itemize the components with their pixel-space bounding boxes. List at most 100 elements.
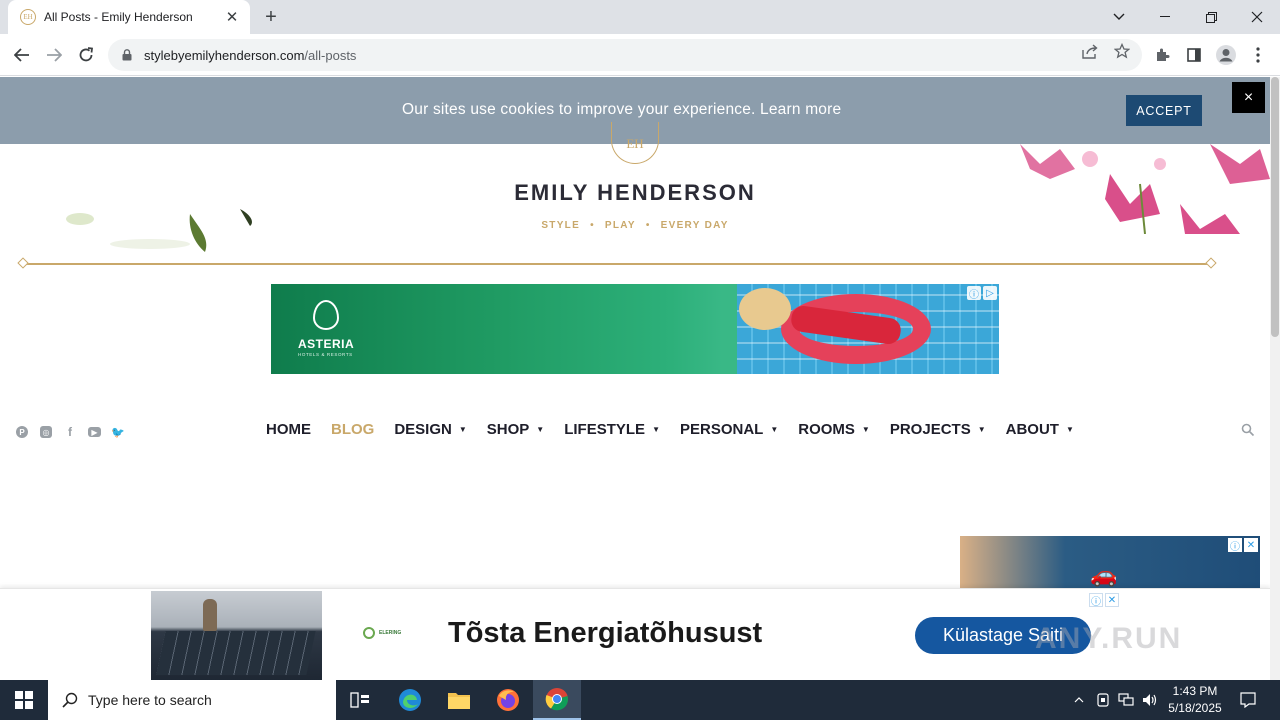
edge-app-button[interactable] [386,680,434,720]
sticky-bottom-ad: ELERING Tõsta Energiatõhusust Külastage … [0,588,1270,680]
volume-tray-icon[interactable] [1141,680,1159,720]
nav-item-blog[interactable]: BLOG [331,421,374,438]
facebook-icon[interactable]: f [64,425,76,439]
minimize-button[interactable] [1142,0,1188,34]
pinterest-icon[interactable]: P [16,426,28,438]
address-bar[interactable]: stylebyemilyhenderson.com/all-posts [108,39,1142,71]
firefox-app-button[interactable] [484,680,532,720]
extensions-icon[interactable] [1146,39,1178,71]
page-scrollbar[interactable] [1270,77,1280,680]
reload-button[interactable] [70,39,102,71]
nav-item-label: PERSONAL [679,421,764,438]
ad-brand-sub: HOTELS & RESORTS [298,352,353,357]
divider-diamond-left [17,257,29,269]
notifications-button[interactable] [1234,680,1262,720]
nav-item-design[interactable]: DESIGN ▼ [394,421,466,438]
ad-choices[interactable]: ⓘ ▷ [967,286,997,301]
nav-item-label: ROOMS [798,421,855,438]
site-logo-title[interactable]: EMILY HENDERSON [0,180,1270,206]
nav-item-label: PROJECTS [889,421,971,438]
twitter-icon[interactable]: 🐦 [111,426,125,439]
security-tray-icon[interactable] [1094,680,1112,720]
cookie-message[interactable]: Our sites use cookies to improve your ex… [402,101,841,119]
anyrun-watermark: ANY.RUN [1035,622,1183,655]
elering-logo-icon [363,627,375,639]
tab-close-icon[interactable]: ✕ [224,8,240,26]
solar-panel-image [151,591,322,680]
tab-title: All Posts - Emily Henderson [44,10,193,24]
taskbar-search-box[interactable]: Type here to search [48,680,336,720]
nav-item-rooms[interactable]: ROOMS ▼ [798,421,870,438]
nav-item-label: LIFESTYLE [564,421,646,438]
header-divider [22,263,1212,265]
start-button[interactable] [0,680,48,720]
nav-item-projects[interactable]: PROJECTS ▼ [890,421,986,438]
nav-item-home[interactable]: HOME [266,421,311,438]
tab-search-chevron-icon[interactable] [1096,0,1142,34]
task-view-button[interactable] [336,680,384,720]
ad-info-icon[interactable]: ⓘ [967,286,981,301]
ad-hat-image [739,288,791,330]
side-ad-choices[interactable]: ⓘ ✕ [1228,538,1258,553]
nav-item-lifestyle[interactable]: LIFESTYLE ▼ [564,421,660,438]
worker-figure [203,599,217,631]
folder-icon [448,693,470,709]
browser-tab-active[interactable]: EH All Posts - Emily Henderson ✕ [8,0,250,34]
forward-button[interactable] [38,39,70,71]
side-ad-banner[interactable]: 🚗 ⓘ ✕ [960,536,1260,596]
ad-info-icon[interactable]: ⓘ [1089,593,1103,608]
network-tray-icon[interactable] [1117,680,1135,720]
scrollbar-thumb[interactable] [1271,77,1279,337]
caret-down-icon: ▼ [652,425,660,434]
ad-play-icon[interactable]: ▷ [983,286,997,300]
bookmark-star-icon[interactable] [1113,42,1131,60]
logo-monogram[interactable]: EH [611,122,659,164]
taskbar-clock[interactable]: 1:43 PM 5/18/2025 [1162,683,1228,717]
bottom-ad-choices[interactable]: ⓘ ✕ [1089,593,1119,608]
cookie-accept-button[interactable]: ACCEPT [1126,95,1202,126]
url-path: /all-posts [304,47,357,63]
nav-item-about[interactable]: ABOUT ▼ [1006,421,1074,438]
windows-taskbar: Type here to search 1:43 PM 5/18/2025 [0,680,1280,720]
ad-brand-name: ASTERIA [298,337,355,351]
profile-avatar-icon[interactable] [1210,39,1242,71]
firefox-icon [497,689,519,711]
new-tab-button[interactable]: + [258,4,284,30]
nav-item-personal[interactable]: PERSONAL ▼ [680,421,778,438]
youtube-icon[interactable]: ▶ [88,427,101,437]
search-icon [62,692,78,708]
menu-kebab-icon[interactable] [1242,39,1274,71]
tagline-play: PLAY [604,220,636,231]
side-panel-icon[interactable] [1178,39,1210,71]
tagline-dot: • [590,220,595,231]
instagram-icon[interactable]: ◎ [40,426,52,438]
clock-time: 1:43 PM [1172,684,1218,698]
ad-info-icon[interactable]: ⓘ [1228,538,1242,553]
lock-icon[interactable] [120,48,134,62]
task-view-icon [350,692,369,708]
notification-icon [1240,692,1256,708]
chrome-app-button[interactable] [533,680,581,720]
restore-button[interactable] [1188,0,1234,34]
main-navigation: HOME BLOG DESIGN ▼ SHOP ▼ LIFESTYLE ▼ PERSO… [266,421,1094,438]
tagline-style: STYLE [541,220,581,231]
ad-close-icon[interactable]: ✕ [1244,538,1258,552]
bottom-ad-banner[interactable]: ELERING Tõsta Energiatõhusust Külastage … [151,591,1260,680]
show-hidden-icons-chevron-icon[interactable] [1070,680,1088,720]
site-search-icon[interactable] [1241,423,1255,437]
back-button[interactable] [6,39,38,71]
url-host: stylebyemilyhenderson.com [144,47,305,63]
cookie-close-button[interactable]: × [1232,82,1265,113]
top-ad-banner[interactable]: ASTERIA HOTELS & RESORTS ⓘ ▷ [271,284,999,374]
nav-item-label: BLOG [331,421,375,438]
edge-icon [399,689,421,711]
nav-item-label: HOME [266,421,311,438]
caret-down-icon: ▼ [977,425,986,434]
close-window-button[interactable] [1234,0,1280,34]
file-explorer-button[interactable] [435,680,483,720]
browser-toolbar: stylebyemilyhenderson.com/all-posts [0,34,1280,76]
ad-close-icon[interactable]: ✕ [1105,593,1119,607]
nav-item-shop[interactable]: SHOP ▼ [487,421,544,438]
asteria-leaf-icon [313,300,339,330]
share-icon[interactable] [1081,42,1099,60]
